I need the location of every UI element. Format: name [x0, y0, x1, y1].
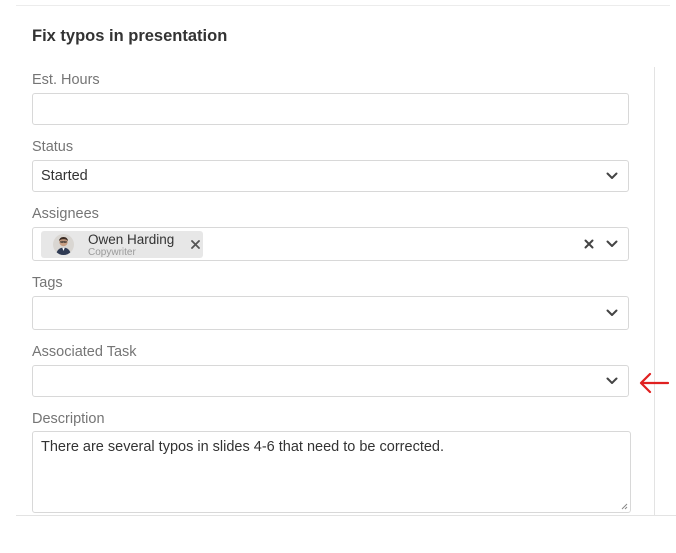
assignees-select[interactable]: Owen Harding Copywriter: [32, 227, 629, 261]
assignee-name: Owen Harding: [88, 232, 175, 247]
top-divider: [16, 5, 670, 6]
status-select[interactable]: Started: [32, 160, 629, 192]
est-hours-input[interactable]: [32, 93, 629, 125]
avatar: [53, 234, 74, 255]
status-label: Status: [32, 139, 74, 155]
clear-icon[interactable]: [584, 239, 594, 249]
description-label: Description: [32, 411, 105, 427]
chevron-down-icon[interactable]: [606, 377, 618, 385]
remove-assignee-icon[interactable]: [191, 240, 200, 249]
assignee-role: Copywriter: [88, 247, 136, 258]
description-value: There are several typos in slides 4-6 th…: [41, 439, 444, 455]
est-hours-label: Est. Hours: [32, 72, 100, 88]
tags-label: Tags: [32, 275, 63, 291]
bottom-divider: [16, 515, 676, 516]
arrow-left-icon: [639, 372, 670, 394]
chevron-down-icon[interactable]: [606, 309, 618, 317]
associated-task-select[interactable]: [32, 365, 629, 397]
resize-handle-icon[interactable]: [620, 502, 628, 510]
description-textarea[interactable]: There are several typos in slides 4-6 th…: [32, 431, 631, 513]
associated-task-label: Associated Task: [32, 344, 137, 360]
tags-select[interactable]: [32, 296, 629, 330]
chevron-down-icon[interactable]: [606, 240, 618, 248]
panel-right-border: [654, 67, 655, 516]
chevron-down-icon[interactable]: [606, 172, 618, 180]
assignees-label: Assignees: [32, 206, 99, 222]
task-title: Fix typos in presentation: [32, 27, 228, 45]
status-value: Started: [41, 168, 88, 184]
assignee-chip[interactable]: Owen Harding Copywriter: [41, 231, 203, 258]
